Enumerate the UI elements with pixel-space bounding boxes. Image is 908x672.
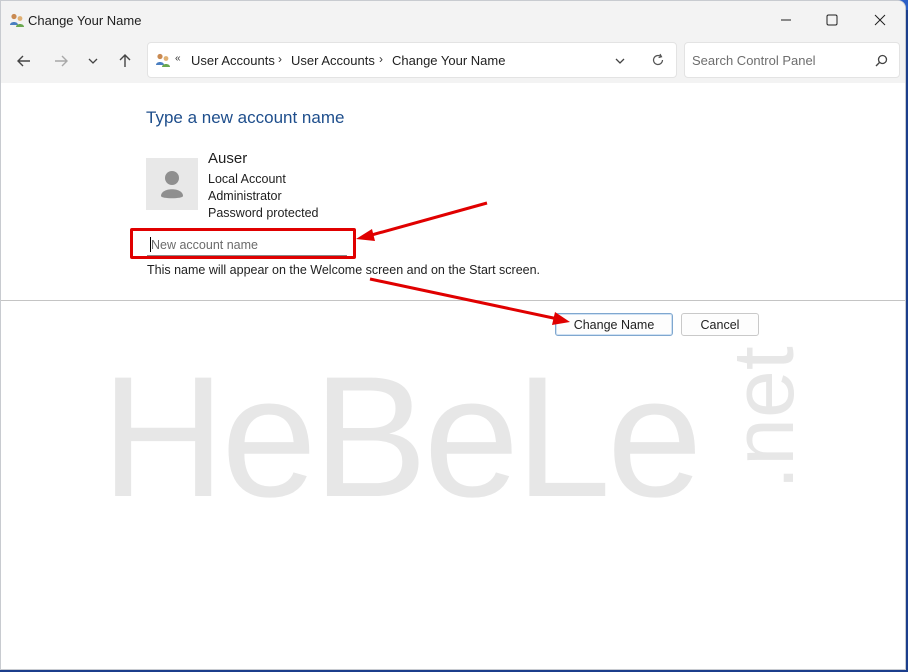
watermark: HeBeLe <box>101 341 703 533</box>
maximize-icon <box>826 14 838 26</box>
search-box[interactable]: Search Control Panel <box>684 42 900 78</box>
chevron-down-icon <box>88 58 98 64</box>
maximize-button[interactable] <box>809 1 855 39</box>
new-account-name-input[interactable] <box>147 235 347 256</box>
search-placeholder[interactable]: Search Control Panel <box>692 53 816 68</box>
forward-arrow-icon <box>55 55 68 67</box>
user-avatar-icon <box>161 171 183 199</box>
account-security: Password protected <box>208 206 319 220</box>
cancel-button[interactable]: Cancel <box>681 313 759 336</box>
minimize-button[interactable] <box>763 1 809 39</box>
breadcrumb-separator[interactable]: › <box>278 52 282 66</box>
address-history-chevron-icon[interactable] <box>614 55 626 67</box>
change-name-button[interactable]: Change Name <box>555 313 673 336</box>
back-button[interactable] <box>12 49 36 73</box>
breadcrumb-change-your-name[interactable]: Change Your Name <box>392 53 505 68</box>
up-button[interactable] <box>113 49 137 73</box>
account-type: Local Account <box>208 172 286 186</box>
back-arrow-icon <box>17 55 30 67</box>
watermark-suffix: .net <box>716 346 812 490</box>
window-title: Change Your Name <box>28 13 142 28</box>
breadcrumb-user-accounts[interactable]: User Accounts <box>191 53 275 68</box>
account-name: Auser <box>208 150 248 167</box>
avatar <box>146 158 198 210</box>
minimize-icon <box>781 19 791 21</box>
overflow-breadcrumb[interactable]: « <box>175 53 181 64</box>
navigation-bar: « User Accounts › User Accounts › Change… <box>1 39 905 83</box>
text-caret <box>150 237 151 252</box>
recent-locations-button[interactable] <box>81 49 105 73</box>
up-arrow-icon <box>119 54 131 67</box>
divider <box>1 300 905 301</box>
close-icon <box>874 14 886 26</box>
user-accounts-icon <box>10 13 24 27</box>
name-hint-text: This name will appear on the Welcome scr… <box>147 263 541 277</box>
search-icon[interactable] <box>875 54 888 67</box>
close-button[interactable] <box>857 1 903 39</box>
breadcrumb-separator[interactable]: › <box>379 52 383 66</box>
page-heading: Type a new account name <box>146 108 345 127</box>
title-bar[interactable]: Change Your Name <box>1 1 905 39</box>
refresh-icon[interactable] <box>651 53 665 67</box>
breadcrumb-user-accounts-2[interactable]: User Accounts <box>291 53 375 68</box>
forward-button[interactable] <box>49 49 73 73</box>
main-content: HeBeLe .net Type a new account name Ause… <box>1 83 905 669</box>
user-accounts-icon <box>156 53 170 67</box>
account-role: Administrator <box>208 189 282 203</box>
control-panel-window: Change Your Name « User Accounts › User … <box>0 0 906 670</box>
address-bar[interactable]: « User Accounts › User Accounts › Change… <box>147 42 677 78</box>
